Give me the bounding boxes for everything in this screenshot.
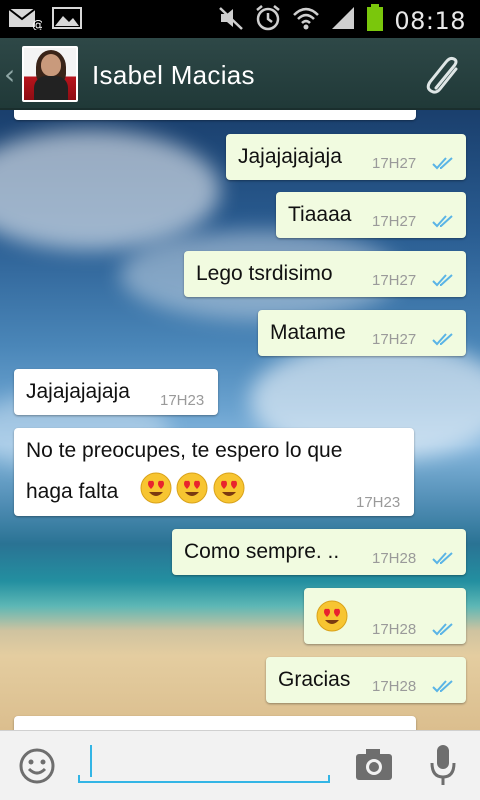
mute-icon bbox=[218, 5, 244, 36]
message-time: 17H27 bbox=[372, 272, 417, 289]
gallery-icon bbox=[52, 6, 82, 35]
message-text-line2: haga falta bbox=[26, 480, 119, 503]
message-time: 17H23 bbox=[160, 392, 205, 409]
message-text: Tiaaaa bbox=[288, 203, 352, 226]
clock: 08:18 bbox=[394, 6, 466, 35]
message-time: 17H27 bbox=[372, 331, 417, 348]
message-bubble-outgoing[interactable]: Tiaaaa 17H27 bbox=[276, 192, 466, 238]
back-chevron-icon[interactable]: ‹ bbox=[4, 58, 15, 91]
heart-eyes-emoji bbox=[213, 472, 245, 504]
read-ticks-icon bbox=[432, 552, 453, 565]
read-ticks-icon bbox=[432, 157, 453, 170]
chat-header: ‹ Isabel Macias bbox=[0, 38, 480, 110]
read-ticks-icon bbox=[432, 623, 453, 636]
message-bubble-incoming[interactable]: No te preocupes, te espero lo que haga f… bbox=[14, 428, 414, 516]
message-text: Gracias bbox=[278, 668, 351, 691]
message-time: 17H27 bbox=[372, 155, 417, 172]
alarm-icon bbox=[254, 4, 282, 37]
heart-eyes-emoji bbox=[140, 472, 172, 504]
message-text: Lego tsrdisimo bbox=[196, 262, 333, 285]
message-bubble-outgoing[interactable]: 17H28 bbox=[304, 588, 466, 644]
heart-eyes-emoji bbox=[316, 600, 348, 632]
message-bubble-outgoing[interactable]: Jajajajajaja 17H27 bbox=[226, 134, 466, 180]
message-text: Como sempre. .. bbox=[184, 540, 340, 563]
smiley-icon[interactable] bbox=[18, 747, 56, 790]
chat-area[interactable]: 17H03 Jajajajajaja 17H27 Tiaaaa 17H27 Le… bbox=[0, 110, 480, 730]
message-bubble-outgoing[interactable]: Lego tsrdisimo 17H27 bbox=[184, 251, 466, 297]
message-composer bbox=[0, 730, 480, 800]
emoji-row bbox=[140, 472, 245, 504]
svg-text:@: @ bbox=[32, 18, 42, 30]
message-text-line1: No te preocupes, te espero lo que bbox=[26, 439, 343, 462]
message-bubble-outgoing[interactable]: Como sempre. .. 17H28 bbox=[172, 529, 466, 575]
message-text: Matame bbox=[270, 321, 346, 344]
message-text: Jajajajajaja bbox=[238, 145, 342, 168]
heart-eyes-emoji bbox=[176, 472, 208, 504]
message-text: Jajajajajaja bbox=[26, 380, 130, 403]
camera-icon[interactable] bbox=[354, 745, 394, 788]
message-bubble-outgoing[interactable]: Matame 17H27 bbox=[258, 310, 466, 356]
message-input[interactable] bbox=[96, 745, 326, 777]
message-bubble-incoming[interactable]: Jajajajajaja 17H23 bbox=[14, 369, 218, 415]
message-time: 17H28 bbox=[372, 550, 417, 567]
battery-icon bbox=[366, 4, 384, 37]
message-bubble-outgoing[interactable]: Gracias 17H28 bbox=[266, 657, 466, 703]
text-cursor bbox=[90, 745, 92, 777]
message-bubble-partial[interactable] bbox=[14, 716, 416, 730]
email-icon: @ bbox=[8, 6, 44, 35]
paperclip-icon[interactable] bbox=[422, 54, 466, 103]
read-ticks-icon bbox=[432, 215, 453, 228]
message-time: 17H28 bbox=[372, 678, 417, 695]
read-ticks-icon bbox=[432, 333, 453, 346]
read-ticks-icon bbox=[432, 680, 453, 693]
message-time: 17H27 bbox=[372, 213, 417, 230]
read-ticks-icon bbox=[432, 274, 453, 287]
message-time: 17H28 bbox=[372, 621, 417, 638]
contact-avatar[interactable] bbox=[22, 46, 78, 102]
signal-icon bbox=[330, 5, 356, 36]
contact-name[interactable]: Isabel Macias bbox=[92, 60, 255, 91]
microphone-icon[interactable] bbox=[428, 743, 458, 792]
message-bubble-partial[interactable]: 17H03 bbox=[14, 110, 416, 120]
message-time: 17H23 bbox=[356, 494, 401, 511]
wifi-icon bbox=[292, 5, 320, 36]
status-bar: @ bbox=[0, 0, 480, 38]
